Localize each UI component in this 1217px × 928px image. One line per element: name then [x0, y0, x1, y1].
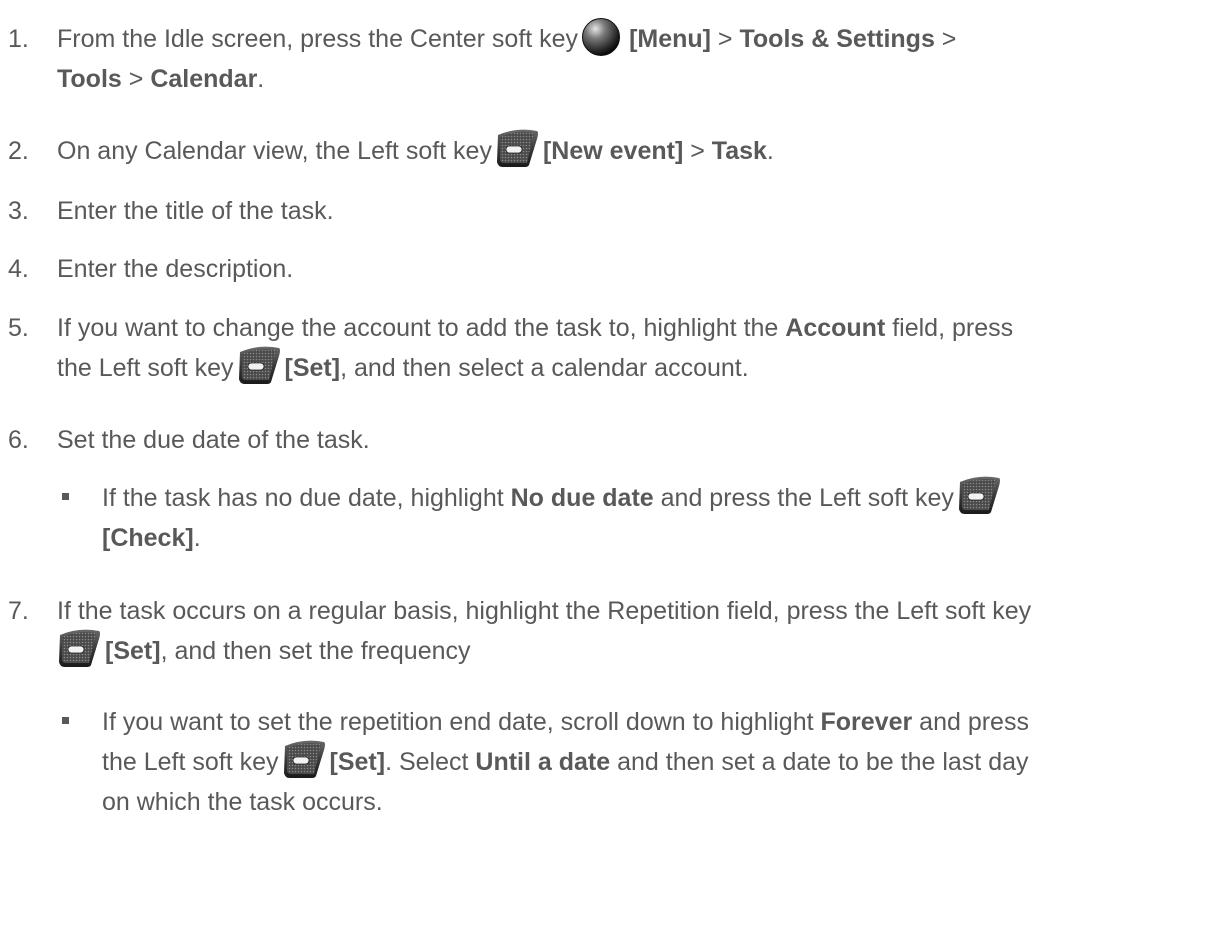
step-number: 7. [8, 597, 29, 625]
step-2: 2. On any Calendar view, the Left soft k… [0, 131, 1200, 171]
left-soft-key-icon [237, 346, 281, 386]
until-a-date-label: Until a date [475, 748, 611, 776]
step-text: Set the due date of the task. [57, 426, 370, 454]
bullet-text: If you want to set the repetition end da… [102, 708, 821, 736]
set-key-label: [Set] [105, 637, 161, 665]
center-soft-key-icon [581, 17, 625, 57]
new-event-label: [New event] [542, 137, 684, 165]
left-soft-key-icon [957, 476, 1001, 516]
forever-label: Forever [820, 708, 913, 736]
set-key-label: [Set] [329, 748, 386, 776]
step-text: On any Calendar view, the Left soft key [57, 137, 492, 165]
tools-label: Tools [57, 65, 122, 93]
step-5: 5. If you want to change the account to … [0, 308, 1200, 388]
calendar-label: Calendar [150, 65, 258, 93]
bullet-item-2: If you want to set the repetition end da… [0, 702, 1150, 822]
step-number: 3. [8, 197, 29, 225]
instruction-document: 1. From the Idle screen, press the Cente… [0, 0, 1217, 928]
step-number: 4. [8, 255, 29, 283]
bullet-text: If the task has no due date, highlight [102, 484, 511, 512]
step-text: If the task occurs on a regular basis, h… [57, 597, 1032, 625]
step-4: 4. Enter the description. [0, 249, 1200, 289]
left-soft-key-icon [57, 629, 101, 669]
bullet-marker [62, 493, 69, 500]
step-number: 2. [8, 137, 29, 165]
step-number: 1. [8, 25, 29, 53]
no-due-date-label: No due date [510, 484, 654, 512]
step-text: Enter the description. [57, 255, 294, 283]
step-7: 7. If the task occurs on a regular basis… [0, 591, 1200, 671]
task-label: Task [711, 137, 767, 165]
check-key-label: [Check] [102, 524, 194, 552]
step-6: 6. Set the due date of the task. [0, 420, 1200, 460]
step-text: If you want to change the account to add… [57, 314, 786, 342]
step-3: 3. Enter the title of the task. [0, 191, 1200, 231]
step-1: 1. From the Idle screen, press the Cente… [0, 19, 1200, 99]
step-number: 6. [8, 426, 29, 454]
step-text: From the Idle screen, press the Center s… [57, 25, 579, 53]
left-soft-key-icon [282, 740, 326, 780]
account-label: Account [785, 314, 886, 342]
bullet-marker [62, 717, 69, 724]
menu-key-label: [Menu] [629, 25, 711, 53]
left-soft-key-icon [495, 129, 539, 169]
tools-settings-label: Tools & Settings [739, 25, 935, 53]
bullet-item-1: If the task has no due date, highlight N… [0, 478, 1150, 558]
step-number: 5. [8, 314, 29, 342]
set-key-label: [Set] [284, 354, 341, 382]
step-text: Enter the title of the task. [57, 197, 334, 225]
